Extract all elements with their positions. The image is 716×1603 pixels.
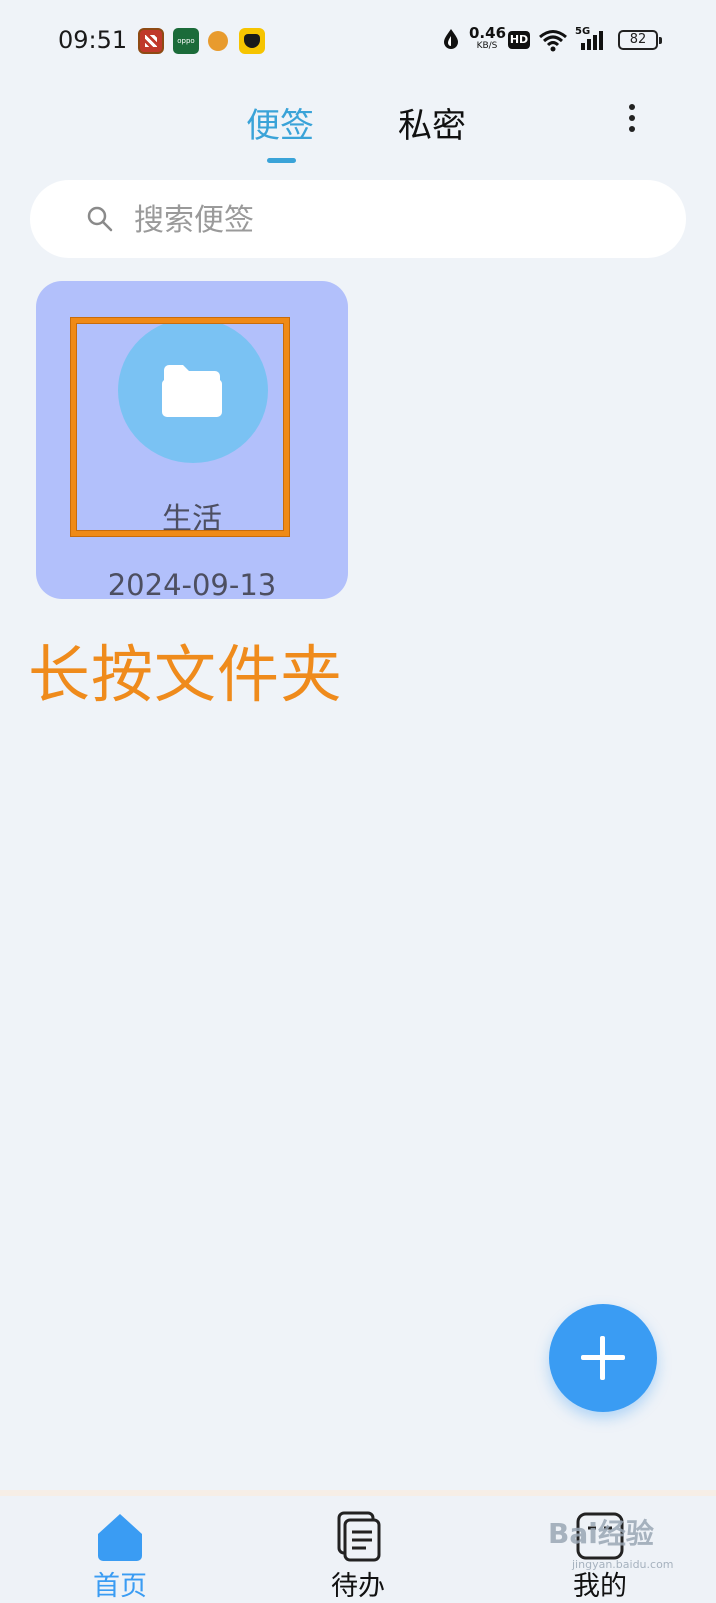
chess-app-icon [138, 28, 164, 54]
watermark-text: Bai经验 [548, 1517, 654, 1550]
battery-icon: 82 [618, 30, 662, 50]
add-note-button[interactable] [549, 1304, 657, 1412]
network-type-label: 5G [575, 26, 591, 37]
todo-icon [337, 1511, 381, 1562]
folder-date: 2024-09-13 [107, 568, 277, 602]
data-saver-icon [444, 29, 458, 49]
home-icon [98, 1514, 142, 1561]
active-tab-indicator [267, 158, 296, 163]
nav-label-todo: 待办 [331, 1571, 385, 1602]
tab-private[interactable]: 私密 [398, 98, 466, 147]
status-time: 09:51 [58, 26, 128, 54]
cellular-signal-icon: 5G [575, 26, 607, 52]
search-input[interactable] [134, 200, 634, 240]
nav-item-todo[interactable]: 待办 [298, 1500, 418, 1602]
tab-notes[interactable]: 便签 [246, 98, 314, 147]
status-bar: 09:51 oppo 0.46 KB/S HD 5G 82 [0, 0, 716, 82]
nav-item-home[interactable]: 首页 [60, 1500, 180, 1602]
instruction-annotation: 长按文件夹 [28, 638, 344, 711]
nav-label-home: 首页 [93, 1571, 147, 1602]
game-app-icon [239, 28, 265, 54]
baidu-watermark: Bai经验 jingyan.baidu.com [548, 1508, 716, 1572]
orange-app-icon [208, 31, 228, 51]
hd-icon: HD [508, 31, 530, 49]
oppo-app-icon: oppo [173, 28, 199, 54]
search-icon [87, 206, 113, 232]
network-speed: 0.46 KB/S [469, 24, 507, 52]
watermark-url: jingyan.baidu.com [572, 1558, 674, 1571]
network-speed-value: 0.46 [469, 24, 507, 42]
more-options-icon[interactable] [628, 104, 636, 136]
wifi-icon [539, 30, 567, 52]
network-speed-unit: KB/S [476, 41, 498, 51]
highlight-box [71, 318, 289, 536]
